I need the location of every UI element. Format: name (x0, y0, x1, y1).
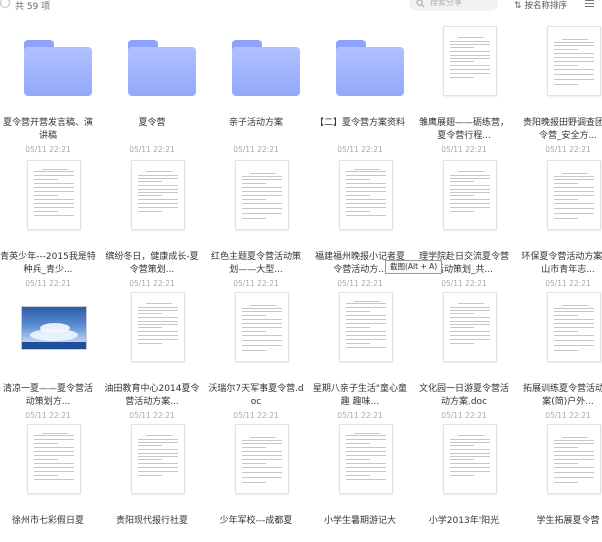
file-date: 05/11 22:21 (337, 145, 383, 154)
file-item[interactable]: 青英少年---2015我是特种兵_青少... 05/11 22:21 (0, 160, 96, 288)
document-thumbnail (122, 160, 185, 230)
folder-icon (226, 26, 300, 96)
file-name[interactable]: 环保夏令营活动方案-中山市青年志... (520, 251, 602, 277)
file-date: 05/11 22:21 (25, 411, 71, 420)
folder-item[interactable]: 【二】夏令营方案资料 05/11 22:21 (312, 26, 408, 154)
file-date: 05/11 22:21 (233, 279, 279, 288)
document-thumbnail (434, 424, 497, 494)
folder-icon (18, 26, 92, 96)
tooltip: 截图(Alt + A) (385, 260, 443, 274)
file-item[interactable]: 小学2013年'阳光 (416, 424, 512, 542)
file-name[interactable]: 学生拓展夏令营 (520, 515, 602, 528)
file-name[interactable]: 贵阳晚报田野调查团夏令营_安全方... (520, 117, 602, 143)
file-date: 05/11 22:21 (129, 145, 175, 154)
document-thumbnail (330, 160, 393, 230)
file-date: 05/11 22:21 (441, 145, 487, 154)
document-thumbnail (434, 160, 497, 230)
file-name[interactable]: 星期八亲子生活"童心童趣 趣味... (312, 383, 408, 409)
file-item[interactable]: 环保夏令营活动方案-中山市青年志... 05/11 22:21 (520, 160, 602, 288)
file-name[interactable]: 油田教育中心2014夏令营活动方案... (104, 383, 200, 409)
file-item[interactable]: 清凉一夏——夏令营活动策划方... 05/11 22:21 (0, 292, 96, 420)
file-item[interactable]: 少年军校---成都夏 (208, 424, 304, 542)
file-date: 05/11 22:21 (441, 411, 487, 420)
document-thumbnail (122, 292, 185, 362)
file-date: 05/11 22:21 (545, 145, 591, 154)
document-thumbnail (434, 292, 497, 362)
file-name[interactable]: 拓展训练夏令营活动方案(简)户外... (520, 383, 602, 409)
file-name[interactable]: 文化园一日游夏令营活动方案.doc (416, 383, 512, 409)
file-item[interactable]: 贵阳现代报行社夏 (104, 424, 200, 542)
file-date: 05/11 22:21 (233, 145, 279, 154)
document-thumbnail (18, 160, 81, 230)
file-name[interactable]: 沃瑞尔7天军事夏令营.doc (208, 383, 304, 409)
document-thumbnail (538, 424, 601, 494)
file-date: 05/11 22:21 (233, 411, 279, 420)
file-item[interactable]: 缤纷冬日，健康成长-夏令营策划... 05/11 22:21 (104, 160, 200, 288)
file-item[interactable]: 文化园一日游夏令营活动方案.doc 05/11 22:21 (416, 292, 512, 420)
file-name[interactable]: 青英少年---2015我是特种兵_青少... (0, 251, 96, 277)
file-item[interactable]: 油田教育中心2014夏令营活动方案... 05/11 22:21 (104, 292, 200, 420)
file-name[interactable]: 夏令营开营发言稿、演讲稿 (0, 117, 96, 143)
file-name[interactable]: 【二】夏令营方案资料 (312, 117, 408, 130)
file-date: 05/11 22:21 (441, 279, 487, 288)
file-name[interactable]: 亲子活动方案 (208, 117, 304, 130)
folder-item[interactable]: 夏令营 05/11 22:21 (104, 26, 200, 154)
file-date: 05/11 22:21 (545, 279, 591, 288)
file-item[interactable]: 小学生暑期游记大 (312, 424, 408, 542)
file-date: 05/11 22:21 (337, 411, 383, 420)
document-thumbnail (330, 424, 393, 494)
file-item[interactable]: 沃瑞尔7天军事夏令营.doc 05/11 22:21 (208, 292, 304, 420)
file-name[interactable]: 夏令营 (104, 117, 200, 130)
file-date: 05/11 22:21 (25, 279, 71, 288)
file-date: 05/11 22:21 (129, 411, 175, 420)
folder-icon (122, 26, 196, 96)
file-item[interactable]: 雏鹰展翅——砺练营，夏令营行程... 05/11 22:21 (416, 26, 512, 154)
document-thumbnail (538, 292, 601, 362)
document-thumbnail (122, 424, 185, 494)
document-thumbnail (538, 160, 601, 230)
document-thumbnail (18, 424, 81, 494)
document-thumbnail (434, 26, 497, 96)
file-name[interactable]: 红色主题夏令营活动策划——大型... (208, 251, 304, 277)
file-name[interactable]: 缤纷冬日，健康成长-夏令营策划... (104, 251, 200, 277)
file-item[interactable]: 红色主题夏令营活动策划——大型... 05/11 22:21 (208, 160, 304, 288)
file-date: 05/11 22:21 (545, 411, 591, 420)
file-item[interactable]: 徐州市七彩假日夏 (0, 424, 96, 542)
file-name[interactable]: 小学2013年'阳光 (416, 515, 512, 528)
folder-icon (330, 26, 404, 96)
file-name[interactable]: 少年军校---成都夏 (208, 515, 304, 528)
file-name[interactable]: 小学生暑期游记大 (312, 515, 408, 528)
file-name[interactable]: 徐州市七彩假日夏 (0, 515, 96, 528)
file-grid: 夏令营开营发言稿、演讲稿 05/11 22:21 夏令营 05/11 22:21 亲子活… (0, 0, 602, 526)
document-thumbnail (226, 160, 289, 230)
file-date: 05/11 22:21 (337, 279, 383, 288)
document-thumbnail (538, 26, 601, 96)
document-thumbnail (226, 292, 289, 362)
file-item[interactable]: 星期八亲子生活"童心童趣 趣味... 05/11 22:21 (312, 292, 408, 420)
file-item[interactable]: 贵阳晚报田野调查团夏令营_安全方... 05/11 22:21 (520, 26, 602, 154)
file-name[interactable]: 雏鹰展翅——砺练营，夏令营行程... (416, 117, 512, 143)
file-name[interactable]: 贵阳现代报行社夏 (104, 515, 200, 528)
folder-item[interactable]: 亲子活动方案 05/11 22:21 (208, 26, 304, 154)
file-date: 05/11 22:21 (25, 145, 71, 154)
document-thumbnail (226, 424, 289, 494)
file-item[interactable]: 拓展训练夏令营活动方案(简)户外... 05/11 22:21 (520, 292, 602, 420)
file-name[interactable]: 清凉一夏——夏令营活动策划方... (0, 383, 96, 409)
file-item[interactable]: 学生拓展夏令营 (520, 424, 602, 542)
document-thumbnail (330, 292, 393, 362)
file-date: 05/11 22:21 (129, 279, 175, 288)
image-thumbnail (18, 292, 87, 362)
folder-item[interactable]: 夏令营开营发言稿、演讲稿 05/11 22:21 (0, 26, 96, 154)
